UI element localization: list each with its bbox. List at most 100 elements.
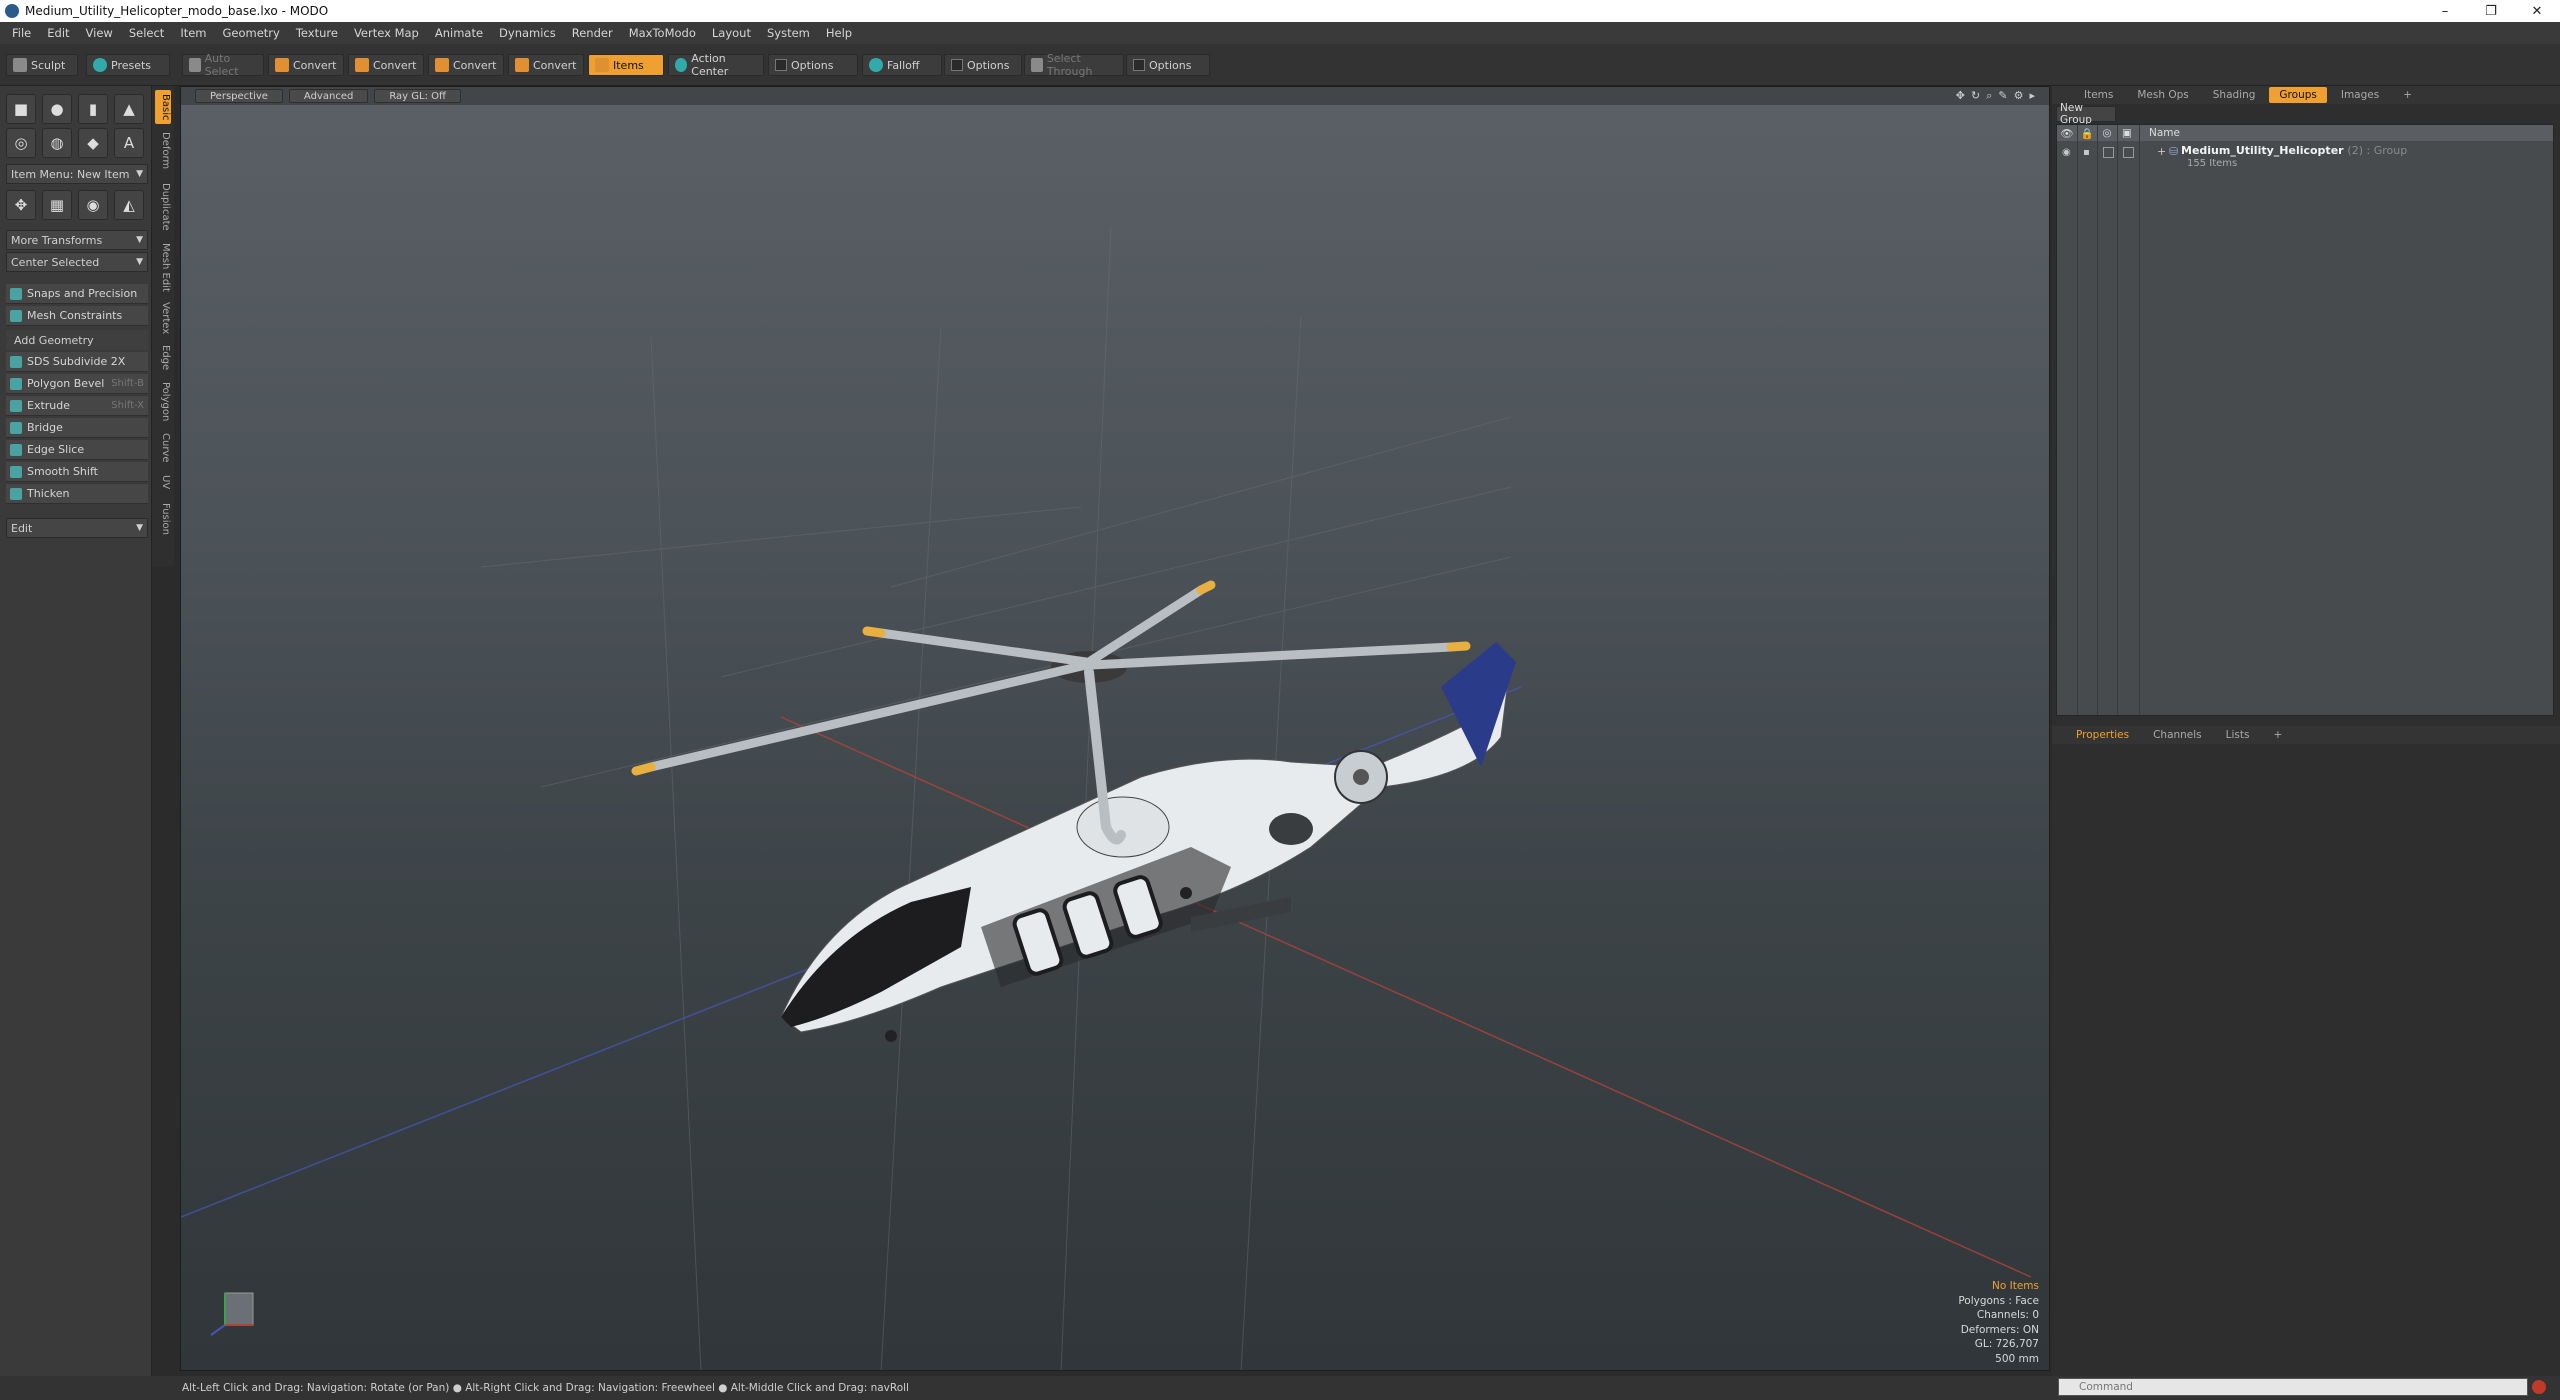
menu-file[interactable]: File bbox=[4, 26, 39, 40]
render-checkbox[interactable] bbox=[2123, 147, 2134, 158]
menu-layout[interactable]: Layout bbox=[704, 26, 759, 40]
presets-button[interactable]: Presets bbox=[86, 54, 170, 76]
tab-groups[interactable]: Groups bbox=[2269, 87, 2327, 103]
tab-basic[interactable]: Basic bbox=[155, 90, 171, 124]
tab-vertex[interactable]: Vertex bbox=[155, 298, 171, 338]
menu-select[interactable]: Select bbox=[121, 26, 172, 40]
falloff-button[interactable]: Falloff bbox=[862, 54, 942, 76]
gear-icon[interactable]: ⚙ bbox=[2014, 89, 2024, 103]
items-mode-button[interactable]: Items bbox=[588, 54, 664, 76]
command-history-icon[interactable] bbox=[2532, 1380, 2546, 1394]
tab-uv[interactable]: UV bbox=[155, 470, 171, 494]
rotate-icon[interactable]: ↻ bbox=[1971, 89, 1980, 103]
tab-shading[interactable]: Shading bbox=[2203, 87, 2266, 103]
perspective-dropdown[interactable]: Perspective bbox=[195, 89, 283, 103]
bridge-button[interactable]: Bridge bbox=[6, 418, 148, 438]
edit-dropdown[interactable]: Edit ▼ bbox=[6, 518, 148, 538]
raygl-toggle[interactable]: Ray GL: Off bbox=[374, 89, 461, 103]
center-selected-dropdown[interactable]: Center Selected ▼ bbox=[6, 252, 148, 272]
menu-system[interactable]: System bbox=[759, 26, 818, 40]
new-group-button[interactable]: New Group bbox=[2056, 102, 2116, 126]
tab-channels[interactable]: Channels bbox=[2143, 727, 2212, 743]
snaps-and-precision-button[interactable]: Snaps and Precision bbox=[6, 284, 148, 304]
move-tool-icon[interactable]: ✥ bbox=[6, 190, 36, 220]
expand-toggle-icon[interactable]: + bbox=[2157, 145, 2166, 158]
tab-mesh-ops[interactable]: Mesh Ops bbox=[2127, 87, 2198, 103]
thicken-button[interactable]: Thicken bbox=[6, 484, 148, 504]
cone-icon[interactable]: ▲ bbox=[114, 94, 144, 124]
item-menu-dropdown[interactable]: Item Menu: New Item ▼ bbox=[6, 164, 148, 184]
falloff-options-button[interactable]: Options bbox=[944, 54, 1022, 76]
tab-deform[interactable]: Deform bbox=[155, 128, 171, 174]
cylinder-icon[interactable]: ▮ bbox=[78, 94, 108, 124]
perspective-icon[interactable]: ◭ bbox=[114, 190, 144, 220]
menu-geometry[interactable]: Geometry bbox=[215, 26, 288, 40]
menu-dynamics[interactable]: Dynamics bbox=[491, 26, 564, 40]
select-through-button[interactable]: Select Through bbox=[1024, 52, 1124, 78]
tab-properties[interactable]: Properties bbox=[2066, 727, 2139, 743]
sds-subdivide-button[interactable]: SDS Subdivide 2X bbox=[6, 352, 148, 372]
3d-viewport[interactable]: Perspective Advanced Ray GL: Off ✥ ↻ ⌕ ✎… bbox=[180, 86, 2050, 1371]
add-tab-icon[interactable]: + bbox=[2393, 87, 2422, 103]
menu-edit[interactable]: Edit bbox=[39, 26, 77, 40]
options-checkbox[interactable] bbox=[775, 59, 787, 71]
sculpt-button[interactable]: Sculpt bbox=[6, 54, 78, 76]
select-through-options-button[interactable]: Options bbox=[1126, 54, 1210, 76]
plane-icon[interactable]: ◆ bbox=[78, 128, 108, 158]
convert-polygons-button[interactable]: Convert bbox=[428, 54, 504, 76]
menu-maxtomodo[interactable]: MaxToModo bbox=[621, 26, 704, 40]
convert-materials-button[interactable]: Convert bbox=[508, 54, 584, 76]
tab-lists[interactable]: Lists bbox=[2216, 727, 2260, 743]
tab-polygon[interactable]: Polygon bbox=[155, 378, 171, 426]
group-row[interactable]: ◉ ▪ + ⛁ Medium_Utility_Helicopter (2) : … bbox=[2057, 141, 2553, 169]
add-tab-icon[interactable]: + bbox=[2263, 727, 2292, 743]
mesh-constraints-button[interactable]: Mesh Constraints bbox=[6, 306, 148, 326]
text-icon[interactable]: A bbox=[114, 128, 144, 158]
menu-view[interactable]: View bbox=[78, 26, 121, 40]
tab-edge[interactable]: Edge bbox=[155, 342, 171, 374]
sphere-icon[interactable]: ● bbox=[42, 94, 72, 124]
auto-select-button[interactable]: Auto Select bbox=[182, 52, 264, 78]
zoom-icon[interactable]: ⌕ bbox=[1986, 89, 1992, 103]
menu-help[interactable]: Help bbox=[818, 26, 860, 40]
menu-item[interactable]: Item bbox=[172, 26, 214, 40]
torus-icon[interactable]: ◎ bbox=[6, 128, 36, 158]
capsule-icon[interactable]: ◍ bbox=[42, 128, 72, 158]
tab-duplicate[interactable]: Duplicate bbox=[155, 178, 171, 236]
close-button[interactable]: ✕ bbox=[2514, 0, 2560, 22]
tab-mesh-edit[interactable]: Mesh Edit bbox=[155, 240, 171, 294]
action-center-options-button[interactable]: Options bbox=[768, 54, 858, 76]
select-checkbox[interactable] bbox=[2103, 147, 2114, 158]
tab-items[interactable]: Items bbox=[2074, 87, 2123, 103]
cube-icon[interactable]: ■ bbox=[6, 94, 36, 124]
more-transforms-dropdown[interactable]: More Transforms ▼ bbox=[6, 230, 148, 250]
menu-render[interactable]: Render bbox=[564, 26, 621, 40]
chevron-right-icon[interactable]: ▸ bbox=[2029, 89, 2035, 103]
add-geometry-section[interactable]: Add Geometry bbox=[6, 330, 148, 350]
action-center-button[interactable]: Action Center bbox=[668, 52, 764, 78]
lock-icon[interactable]: ▪ bbox=[2083, 147, 2090, 158]
grid-icon[interactable]: ▦ bbox=[42, 190, 72, 220]
shading-advanced-dropdown[interactable]: Advanced bbox=[288, 89, 369, 103]
falloff-options-checkbox[interactable] bbox=[951, 59, 963, 71]
tab-fusion[interactable]: Fusion bbox=[155, 498, 171, 540]
command-input[interactable]: Command bbox=[2058, 1378, 2528, 1396]
pan-icon[interactable]: ✥ bbox=[1956, 89, 1965, 103]
menu-texture[interactable]: Texture bbox=[288, 26, 346, 40]
extrude-button[interactable]: Extrude Shift-X bbox=[6, 396, 148, 416]
menu-vertex-map[interactable]: Vertex Map bbox=[346, 26, 427, 40]
convert-vertices-button[interactable]: Convert bbox=[268, 54, 344, 76]
brush-icon[interactable]: ✎ bbox=[1998, 89, 2007, 103]
visibility-eye-icon[interactable]: ◉ bbox=[2062, 147, 2071, 158]
select-through-options-checkbox[interactable] bbox=[1133, 59, 1145, 71]
maximize-button[interactable]: ❐ bbox=[2468, 0, 2514, 22]
tab-images[interactable]: Images bbox=[2331, 87, 2389, 103]
menu-animate[interactable]: Animate bbox=[427, 26, 491, 40]
convert-edges-button[interactable]: Convert bbox=[348, 54, 424, 76]
globe-icon[interactable]: ◉ bbox=[78, 190, 108, 220]
tab-curve[interactable]: Curve bbox=[155, 430, 171, 466]
edge-slice-button[interactable]: Edge Slice bbox=[6, 440, 148, 460]
polygon-bevel-button[interactable]: Polygon Bevel Shift-B bbox=[6, 374, 148, 394]
smooth-shift-button[interactable]: Smooth Shift bbox=[6, 462, 148, 482]
minimize-button[interactable]: – bbox=[2422, 0, 2468, 22]
